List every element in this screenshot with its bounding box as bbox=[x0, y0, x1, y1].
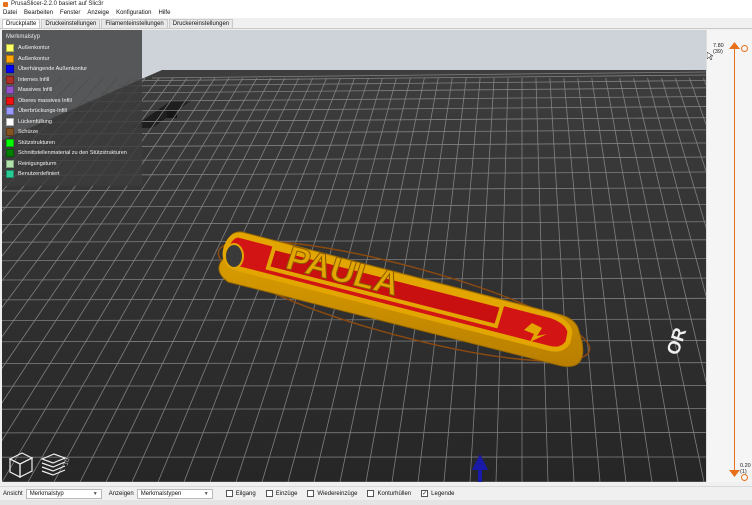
legend-label: Außenkontur bbox=[18, 55, 50, 62]
legend-swatch bbox=[6, 128, 14, 137]
legend-label: Schnittstellenmaterial zu den Stützstruk… bbox=[18, 150, 127, 157]
checkbox-box[interactable] bbox=[367, 490, 375, 497]
legend-swatch bbox=[6, 86, 14, 95]
preview-controls-bar: Ansicht Merkmalstyp ▼ Anzeigen Merkmalst… bbox=[0, 486, 752, 500]
menu-bar: Datei Bearbeiten Fenster Anzeige Konfigu… bbox=[0, 8, 752, 18]
legend-swatch bbox=[6, 159, 14, 168]
checkbox-label: Eilgang bbox=[235, 490, 256, 497]
legend-label: Lückenfüllung bbox=[18, 118, 52, 125]
feature-type-legend: Merkmalstyp Außenkontur Außenkontur Überhä… bbox=[2, 30, 142, 186]
legend-swatch bbox=[6, 138, 14, 147]
legend-swatch bbox=[6, 149, 14, 158]
legend-label: Reinigungsturm bbox=[18, 160, 57, 167]
slider-settings-gear-icon[interactable] bbox=[741, 45, 748, 52]
checkbox-box[interactable] bbox=[307, 490, 315, 497]
menu-konfiguration[interactable]: Konfiguration bbox=[116, 10, 151, 16]
legend-item: Schürze bbox=[6, 127, 138, 138]
checkbox-label: Konturhüllen bbox=[377, 490, 412, 497]
legend-item: Massives Infill bbox=[6, 85, 138, 96]
checkbox-box[interactable] bbox=[225, 490, 233, 497]
legend-item: Außenkontur bbox=[6, 43, 138, 54]
checkbox-eilgang[interactable]: Eilgang bbox=[225, 490, 256, 497]
legend-label: Benutzerdefiniert bbox=[18, 171, 60, 178]
legend-item: Benutzerdefiniert bbox=[6, 169, 138, 180]
legend-swatch bbox=[6, 75, 14, 84]
chevron-down-icon: ▼ bbox=[203, 490, 209, 497]
legend-swatch bbox=[6, 96, 14, 105]
checkbox-label: Wiedereinzüge bbox=[317, 490, 358, 497]
checkbox-wiedereinzge[interactable]: Wiedereinzüge bbox=[307, 490, 357, 497]
title-bar: PrusaSlicer-2.2.0 basiert auf Slic3r bbox=[0, 0, 752, 8]
slider-top-layer: (39) bbox=[713, 49, 723, 55]
checkbox-label: Einzüge bbox=[275, 490, 298, 497]
legend-item: Lückenfüllung bbox=[6, 117, 138, 128]
legend-item: Oberes massives Infill bbox=[6, 96, 138, 107]
legend-label: Überbrückungs-Infill bbox=[18, 108, 67, 115]
status-bar bbox=[0, 500, 752, 505]
layers-view-icon[interactable] bbox=[38, 449, 68, 479]
menu-datei[interactable]: Datei bbox=[3, 10, 17, 16]
checkbox-box[interactable]: ✓ bbox=[421, 490, 429, 497]
slider-top-handle-icon[interactable] bbox=[729, 42, 740, 50]
legend-item: Stützstrukturen bbox=[6, 138, 138, 149]
menu-bearbeiten[interactable]: Bearbeiten bbox=[24, 10, 53, 16]
legend-swatch bbox=[6, 54, 14, 63]
legend-swatch bbox=[6, 107, 14, 116]
legend-item: Außenkontur bbox=[6, 54, 138, 65]
checkbox-konturhllen[interactable]: Konturhüllen bbox=[367, 490, 411, 497]
legend-swatch bbox=[6, 65, 14, 74]
legend-title: Merkmalstyp bbox=[6, 34, 41, 40]
legend-item: Reinigungsturm bbox=[6, 159, 138, 170]
show-features-value: Merkmalstypen bbox=[140, 490, 182, 497]
checkbox-einzge[interactable]: Einzüge bbox=[265, 490, 298, 497]
legend-label: Massives Infill bbox=[18, 87, 53, 94]
legend-swatch bbox=[6, 117, 14, 126]
tab-filamenteinstellungen[interactable]: Filamenteinstellungen bbox=[101, 19, 168, 28]
window-title: PrusaSlicer-2.2.0 basiert auf Slic3r bbox=[11, 1, 104, 7]
slider-bottom-handle-icon[interactable] bbox=[729, 470, 740, 478]
legend-label: Stützstrukturen bbox=[18, 139, 55, 146]
menu-anzeige[interactable]: Anzeige bbox=[87, 10, 109, 16]
legend-item: Schnittstellenmaterial zu den Stützstruk… bbox=[6, 148, 138, 159]
view-type-select[interactable]: Merkmalstyp ▼ bbox=[25, 488, 102, 499]
prusaslicer-logo-icon bbox=[3, 1, 8, 7]
legend-label: Außenkontur bbox=[18, 45, 50, 52]
legend-item: Überhängende Außenkontur bbox=[6, 64, 138, 75]
view-type-value: Merkmalstyp bbox=[29, 490, 64, 497]
layer-slider-panel: 7.80 (39) 0.20 (1) bbox=[706, 30, 752, 482]
legend-swatch bbox=[6, 170, 14, 179]
iso-view-cube-icon[interactable] bbox=[5, 449, 35, 479]
legend-item: Überbrückungs-Infill bbox=[6, 106, 138, 117]
checkbox-label: Legende bbox=[431, 490, 455, 497]
show-label: Anzeigen bbox=[108, 490, 134, 497]
legend-label: Internes Infill bbox=[18, 76, 50, 83]
legend-swatch bbox=[6, 44, 14, 53]
legend-label: Schürze bbox=[18, 129, 39, 136]
menu-fenster[interactable]: Fenster bbox=[60, 10, 80, 16]
show-features-select[interactable]: Merkmalstypen ▼ bbox=[136, 488, 213, 499]
checkbox-box[interactable] bbox=[265, 490, 273, 497]
tab-druckplatte[interactable]: Druckplatte bbox=[2, 19, 41, 28]
tab-druckereinstellungen[interactable]: Druckereinstellungen bbox=[168, 19, 234, 28]
slider-bottom-gear-icon[interactable] bbox=[741, 474, 748, 481]
checkbox-legende[interactable]: ✓ Legende bbox=[421, 490, 455, 497]
tab-druckeinstellungen[interactable]: Druckeinstellungen bbox=[41, 19, 101, 28]
menu-hilfe[interactable]: Hilfe bbox=[158, 10, 170, 16]
view-label: Ansicht bbox=[3, 490, 23, 497]
legend-label: Überhängende Außenkontur bbox=[18, 66, 88, 73]
chevron-down-icon: ▼ bbox=[92, 490, 98, 497]
layer-slider-track[interactable] bbox=[734, 44, 735, 476]
legend-label: Oberes massives Infill bbox=[18, 97, 72, 104]
tab-bar: Druckplatte Druckeinstellungen Filamente… bbox=[0, 18, 752, 29]
legend-item: Internes Infill bbox=[6, 75, 138, 86]
